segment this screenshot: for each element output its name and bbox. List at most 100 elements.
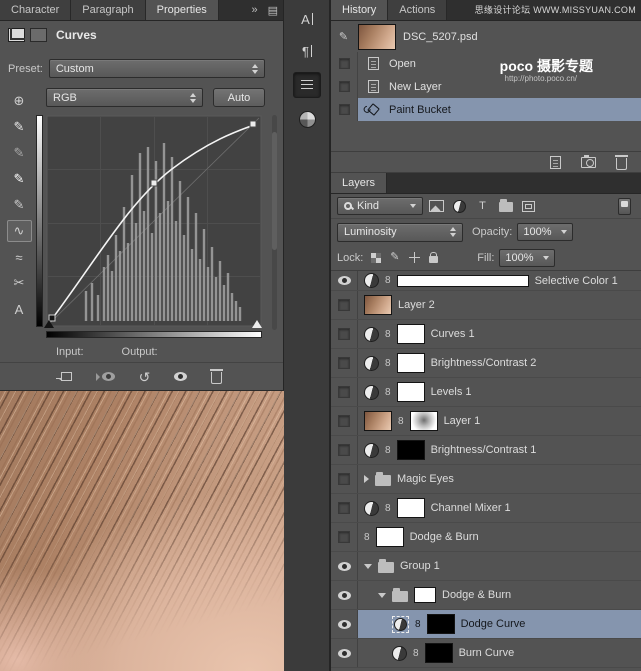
layer-group-row[interactable]: Dodge & Burn xyxy=(331,581,641,610)
lock-all-icon[interactable] xyxy=(429,256,438,263)
visibility-toggle[interactable] xyxy=(331,436,358,464)
mask-thumbnail[interactable] xyxy=(397,275,529,287)
adjustment-icon[interactable] xyxy=(364,273,379,288)
tab-character[interactable]: Character xyxy=(0,0,71,20)
mid-point-marker[interactable] xyxy=(151,180,157,186)
visibility-toggle[interactable] xyxy=(331,271,358,290)
folder-icon[interactable] xyxy=(392,591,408,602)
edit-points-tool[interactable]: ∿ xyxy=(7,220,32,242)
history-brush-source-icon[interactable]: ✎ xyxy=(336,30,351,43)
layer-row[interactable]: 8 Layer 1 xyxy=(331,407,641,436)
delete-state-icon[interactable] xyxy=(616,158,627,170)
snapshot-thumbnail[interactable] xyxy=(358,24,396,50)
filter-group-layers-icon[interactable] xyxy=(496,198,515,215)
mask-thumbnail[interactable] xyxy=(376,527,404,547)
adjustment-icon[interactable] xyxy=(392,646,407,661)
adjustments-panel-icon[interactable] xyxy=(293,106,321,132)
black-input-slider[interactable] xyxy=(44,320,54,328)
filter-smart-objects-icon[interactable] xyxy=(519,198,538,215)
mask-thumbnail[interactable] xyxy=(397,498,425,518)
mask-thumbnail[interactable] xyxy=(397,353,425,373)
collapse-group-icon[interactable] xyxy=(378,593,386,598)
layer-group-row[interactable]: Group 1 xyxy=(331,552,641,581)
mask-thumbnail[interactable] xyxy=(427,614,455,634)
adjustment-icon[interactable] xyxy=(364,385,379,400)
adjustment-icon[interactable] xyxy=(364,501,379,516)
layer-group-row[interactable]: Magic Eyes xyxy=(331,465,641,494)
visibility-toggle[interactable] xyxy=(331,494,358,522)
layer-row[interactable]: 8 Dodge & Burn xyxy=(331,523,641,552)
layer-name[interactable]: Burn Curve xyxy=(459,647,515,659)
filter-type-layers-icon[interactable]: T xyxy=(473,198,492,215)
tab-properties[interactable]: Properties xyxy=(146,0,219,20)
layer-name[interactable]: Dodge & Burn xyxy=(410,531,479,543)
history-state-paint-bucket[interactable]: Paint Bucket xyxy=(331,98,641,121)
visibility-eye-icon[interactable] xyxy=(174,372,187,381)
channel-dropdown[interactable]: RGB xyxy=(46,88,203,107)
delete-adjustment-icon[interactable] xyxy=(211,372,222,384)
history-state-open[interactable]: Open xyxy=(331,52,641,75)
black-point-eyedropper[interactable]: ✎ xyxy=(7,116,32,138)
visibility-toggle[interactable] xyxy=(331,291,358,319)
layer-name[interactable]: Brightness/Contrast 1 xyxy=(431,444,537,456)
history-source-checkbox[interactable] xyxy=(331,52,358,75)
layer-name[interactable]: Layer 1 xyxy=(444,415,481,427)
visibility-toggle[interactable] xyxy=(331,523,358,551)
layer-name[interactable]: Channel Mixer 1 xyxy=(431,502,511,514)
opacity-dropdown[interactable]: 100% xyxy=(517,223,573,241)
lock-paint-icon[interactable]: ✎ xyxy=(390,252,399,263)
expand-group-icon[interactable] xyxy=(364,475,369,483)
lock-position-icon[interactable] xyxy=(409,252,420,263)
visibility-toggle[interactable] xyxy=(331,407,358,435)
collapse-panels-icon[interactable]: » xyxy=(246,0,262,20)
mask-badge-icon[interactable] xyxy=(30,28,47,42)
visibility-toggle[interactable] xyxy=(331,320,358,348)
layer-row[interactable]: 8 Brightness/Contrast 2 xyxy=(331,349,641,378)
tab-paragraph[interactable]: Paragraph xyxy=(71,0,145,20)
layer-name[interactable]: Magic Eyes xyxy=(397,473,454,485)
mask-thumbnail[interactable] xyxy=(410,411,438,431)
character-panel-icon[interactable]: A xyxy=(293,6,321,32)
mask-thumbnail[interactable] xyxy=(397,382,425,402)
layer-name[interactable]: Dodge Curve xyxy=(461,618,526,630)
visibility-toggle[interactable] xyxy=(331,610,358,638)
layer-row[interactable]: 8 Channel Mixer 1 xyxy=(331,494,641,523)
smooth-curve-tool[interactable]: ≈ xyxy=(7,246,32,268)
adjustment-icon[interactable] xyxy=(364,327,379,342)
layer-name[interactable]: Curves 1 xyxy=(431,328,475,340)
history-state-new-layer[interactable]: New Layer xyxy=(331,75,641,98)
filter-pixel-layers-icon[interactable] xyxy=(427,198,446,215)
visibility-toggle[interactable] xyxy=(331,378,358,406)
layer-row[interactable]: 8 Levels 1 xyxy=(331,378,641,407)
visibility-toggle[interactable] xyxy=(331,465,358,493)
white-input-slider[interactable] xyxy=(252,320,262,328)
tab-layers[interactable]: Layers xyxy=(331,173,387,193)
layer-row[interactable]: Layer 2 xyxy=(331,291,641,320)
gray-point-eyedropper[interactable]: ✎ xyxy=(7,142,32,164)
filter-kind-dropdown[interactable]: Kind xyxy=(337,197,423,215)
paragraph-panel-icon[interactable]: ¶ xyxy=(293,38,321,64)
reset-icon[interactable]: ↺ xyxy=(139,370,151,384)
layer-row[interactable]: 8 Selective Color 1 xyxy=(331,271,641,291)
white-point-marker[interactable] xyxy=(250,121,256,127)
preset-dropdown[interactable]: Custom xyxy=(49,59,265,78)
history-snapshot-row[interactable]: ✎ DSC_5207.psd xyxy=(331,21,641,52)
properties-scrollbar[interactable] xyxy=(272,115,277,330)
layer-name[interactable]: Group 1 xyxy=(400,560,440,572)
mask-thumbnail[interactable] xyxy=(397,440,425,460)
view-previous-state-icon[interactable] xyxy=(96,372,115,381)
layer-name[interactable]: Brightness/Contrast 2 xyxy=(431,357,537,369)
filtering-toggle-switch[interactable] xyxy=(618,198,631,215)
clip-to-layer-icon[interactable] xyxy=(61,372,72,381)
selected-adjustment-icon[interactable] xyxy=(392,616,409,633)
document-canvas[interactable] xyxy=(0,390,284,671)
new-document-from-state-icon[interactable] xyxy=(550,156,561,169)
clip-tool[interactable]: ✂ xyxy=(7,272,32,294)
layer-name[interactable]: Layer 2 xyxy=(398,299,435,311)
targeted-adjustment-tool[interactable]: ⊕ xyxy=(7,90,32,112)
collapse-group-icon[interactable] xyxy=(364,564,372,569)
adjustment-icon[interactable] xyxy=(364,443,379,458)
layer-name[interactable]: Selective Color 1 xyxy=(535,275,618,287)
adjustment-icon[interactable] xyxy=(364,356,379,371)
curves-graph-svg[interactable] xyxy=(46,115,262,327)
